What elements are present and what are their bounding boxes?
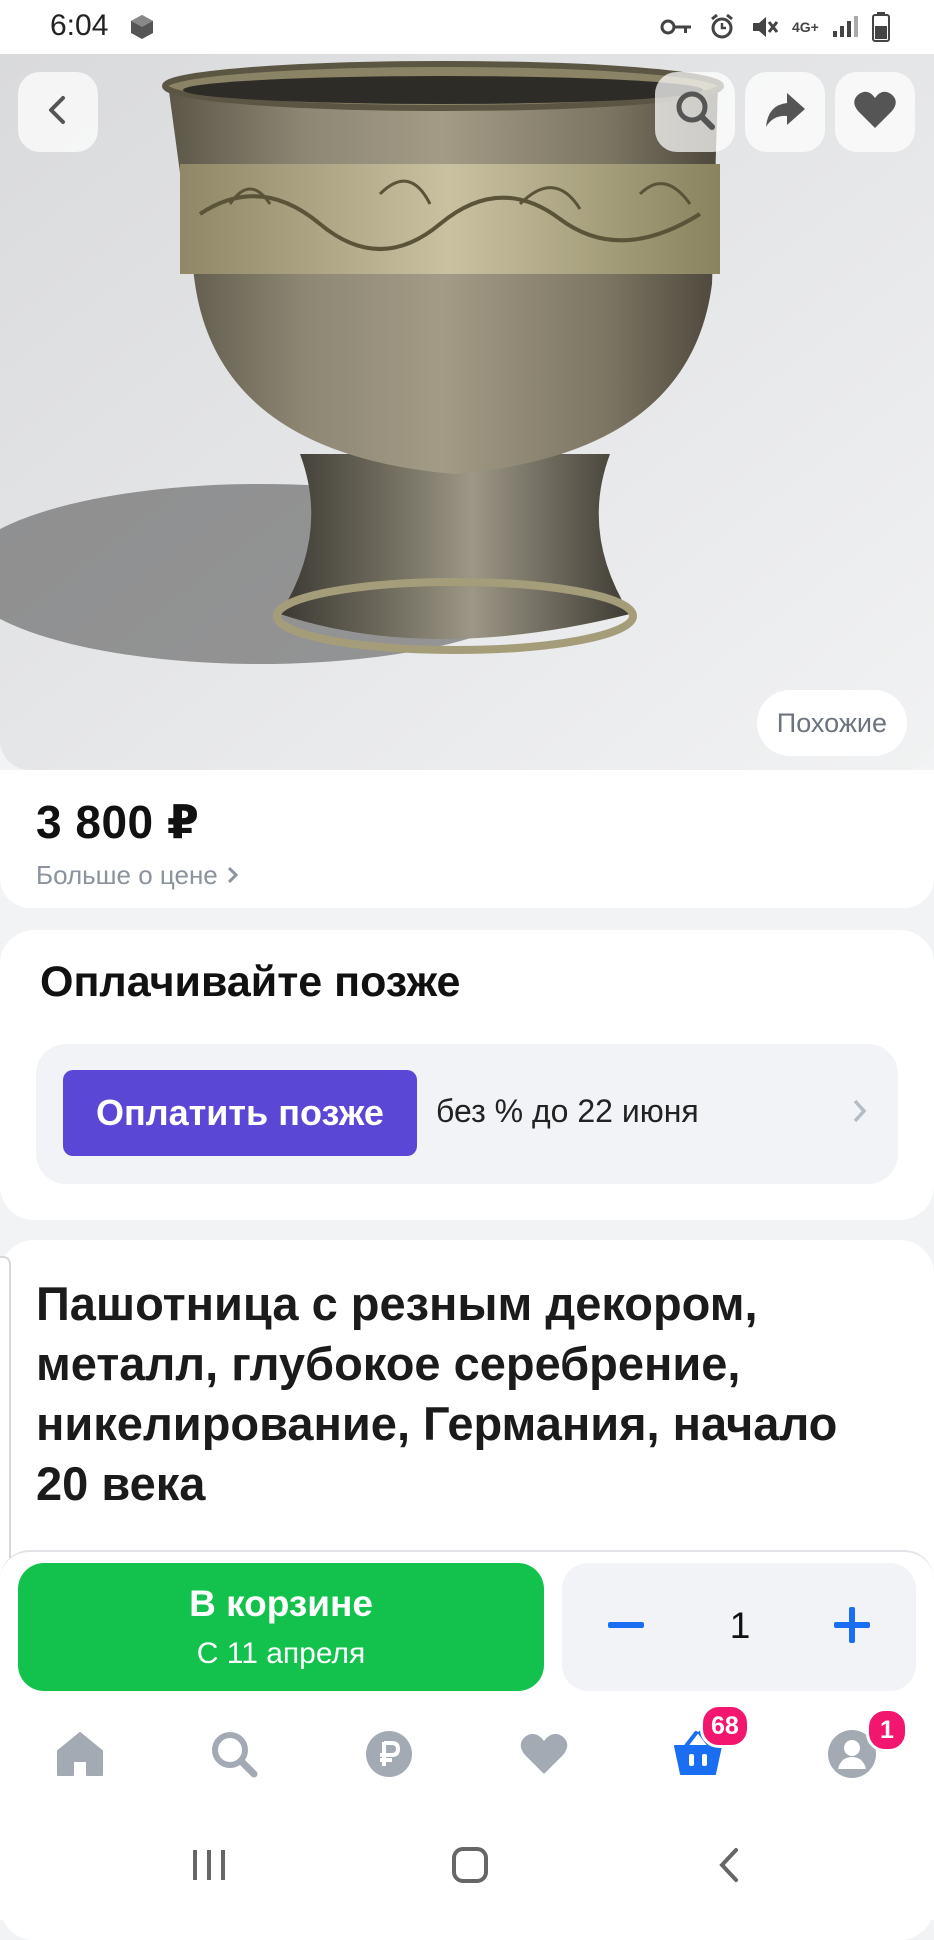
- back-icon: [41, 93, 75, 132]
- favorite-button[interactable]: [835, 72, 915, 152]
- heart-icon: [519, 1732, 569, 1781]
- bottom-nav: [0, 1700, 934, 1810]
- minus-icon: [606, 1622, 646, 1649]
- key-icon: [660, 17, 694, 37]
- in-cart-button[interactable]: В корзине С 11 апреля: [18, 1563, 544, 1691]
- pay-later-button[interactable]: Оплатить позже: [63, 1070, 417, 1156]
- back-chevron-icon: [716, 1848, 742, 1888]
- home-icon: [56, 1731, 104, 1782]
- nav-home[interactable]: [52, 1728, 108, 1784]
- share-button[interactable]: [745, 72, 825, 152]
- similar-button[interactable]: Похожие: [756, 690, 907, 756]
- increase-button[interactable]: [832, 1605, 872, 1645]
- search-button[interactable]: [655, 72, 735, 152]
- battery-icon: [872, 12, 890, 42]
- status-time: 6:04: [50, 9, 109, 42]
- product-title: Пашотница с резным декором, металл, глуб…: [36, 1277, 838, 1510]
- app-cube-icon: [128, 13, 156, 46]
- cart-main-label: В корзине: [189, 1583, 373, 1624]
- alarm-icon: [708, 13, 736, 41]
- home-square-icon: [451, 1847, 489, 1888]
- nav-payments[interactable]: [361, 1728, 417, 1784]
- profile-badge: 1: [866, 1708, 908, 1752]
- pay-later-title: Оплачивайте позже: [40, 958, 461, 1006]
- recent-apps-icon: [190, 1850, 228, 1886]
- back-system-button[interactable]: [716, 1846, 742, 1889]
- signal-icon: [832, 15, 858, 39]
- search-icon: [210, 1730, 258, 1783]
- mute-icon: [750, 14, 778, 40]
- chevron-right-icon: [226, 860, 240, 891]
- price-more-link[interactable]: Больше о цене: [36, 860, 240, 891]
- quantity-value: 1: [729, 1605, 751, 1646]
- nav-search[interactable]: [206, 1728, 262, 1784]
- back-button[interactable]: [18, 72, 98, 152]
- search-icon: [673, 88, 717, 137]
- pay-later-terms: без % до 22 июня: [436, 1093, 699, 1129]
- cart-delivery-date: С 11 апреля: [196, 1637, 366, 1670]
- nav-favorites[interactable]: [516, 1728, 572, 1784]
- decrease-button[interactable]: [606, 1605, 646, 1645]
- network-label: 4G+: [792, 19, 819, 35]
- status-icons: 4G+: [660, 12, 890, 42]
- recent-apps-button[interactable]: [190, 1848, 228, 1887]
- ruble-icon: [365, 1730, 413, 1783]
- plus-icon: [832, 1607, 872, 1649]
- home-system-button[interactable]: [451, 1846, 489, 1889]
- price-value: 3 800 ₽: [36, 796, 200, 848]
- product-image[interactable]: [0, 54, 934, 770]
- share-icon: [763, 90, 807, 135]
- side-drawer-handle[interactable]: [0, 1256, 11, 1590]
- price-more-label: Больше о цене: [36, 860, 218, 890]
- chevron-right-icon: [852, 1098, 868, 1129]
- heart-icon: [853, 90, 897, 135]
- cart-count-badge: 68: [700, 1704, 750, 1748]
